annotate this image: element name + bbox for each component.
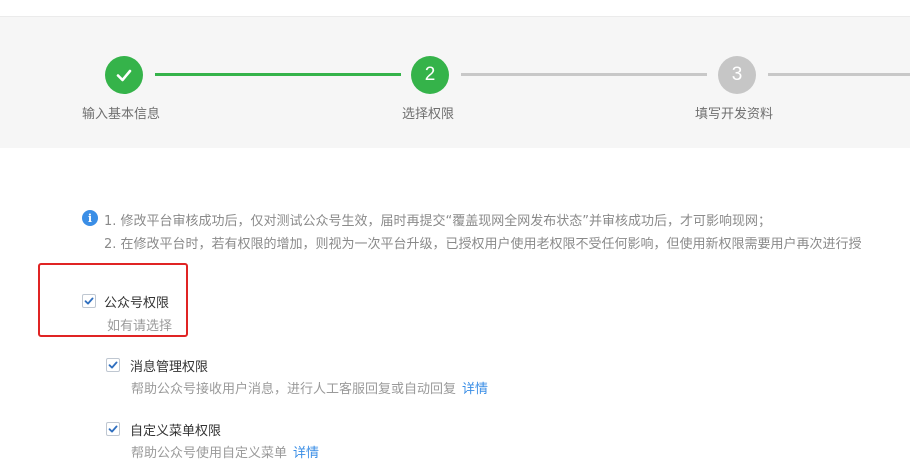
group-checkbox[interactable] [82, 294, 96, 308]
perm-message-title: 消息管理权限 [130, 360, 209, 375]
checkmark-icon [108, 425, 118, 433]
perm-menu-desc: 帮助公众号使用自定义菜单 详情 [131, 442, 319, 461]
step-2-circle: 2 [411, 56, 449, 94]
step-connector-2 [461, 73, 707, 76]
step-connector-3 [768, 73, 910, 76]
notice-line-1: 1. 修改平台审核成功后，仅对测试公众号生效，届时再提交“覆盖现网全网发布状态”… [104, 214, 772, 229]
step-1-label: 输入基本信息 [82, 107, 161, 122]
step-connector-1 [155, 73, 401, 76]
perm-message-checkbox[interactable] [106, 358, 120, 372]
notice-line-2: 2. 在修改平台时，若有权限的增加，则视为一次平台升级，已授权用户使用老权限不受… [104, 237, 862, 252]
step-3-circle: 3 [718, 56, 756, 94]
checkmark-icon [84, 297, 94, 305]
progress-steps: 输入基本信息 2 选择权限 3 填写开发资料 [0, 17, 910, 148]
perm-menu-desc-text: 帮助公众号使用自定义菜单 [131, 446, 288, 461]
perm-message-detail-link[interactable]: 详情 [462, 382, 488, 397]
info-icon: i [82, 210, 98, 226]
perm-menu-title: 自定义菜单权限 [130, 424, 222, 439]
perm-message-desc: 帮助公众号接收用户消息，进行人工客服回复或自动回复 详情 [131, 378, 488, 397]
perm-menu-detail-link[interactable]: 详情 [293, 446, 319, 461]
perm-menu-checkbox[interactable] [106, 422, 120, 436]
step-3-label: 填写开发资料 [695, 107, 774, 122]
step-1-check-icon [105, 56, 143, 94]
step-2-label: 选择权限 [402, 107, 455, 122]
group-title: 公众号权限 [104, 296, 170, 311]
checkmark-icon [108, 361, 118, 369]
group-subtitle: 如有请选择 [107, 319, 173, 334]
perm-message-desc-text: 帮助公众号接收用户消息，进行人工客服回复或自动回复 [131, 382, 457, 397]
